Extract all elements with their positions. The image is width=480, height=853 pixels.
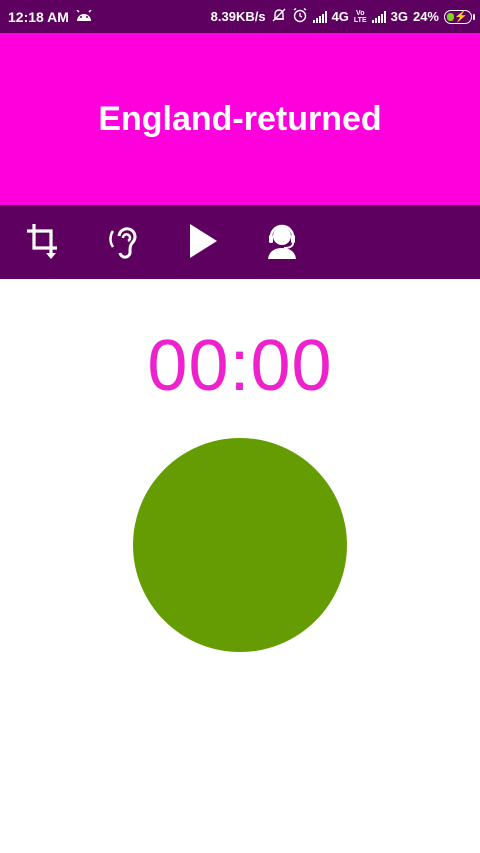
hearing-icon [107,222,141,265]
support-button[interactable] [262,223,302,263]
toolbar [0,205,480,279]
volte-badge: Vo LTE [354,10,367,24]
network-type-1: 4G [331,9,349,24]
battery-percent: 24% [412,9,439,24]
status-time: 12:18 AM [8,8,69,25]
hearing-button[interactable] [104,223,144,263]
app-header: England-returned [0,33,480,205]
headset-user-icon [263,222,301,265]
signal-icon-2 [371,10,386,23]
play-button[interactable] [182,223,222,263]
alarm-icon [292,7,308,26]
crop-button[interactable] [22,223,62,263]
recording-timer: 00:00 [147,326,333,406]
volte-top: Vo [356,9,365,17]
network-speed: 8.39KB/s [210,9,266,24]
volte-bottom: LTE [353,16,367,24]
battery-charging-icon: ⚡ [444,9,475,24]
android-icon [75,8,93,25]
status-right: 8.39KB/s 4G Vo LTE 3G 24% ⚡ [210,7,475,26]
status-left: 12:18 AM [8,9,93,25]
network-type-2: 3G [390,9,408,24]
status-bar: 12:18 AM 8.39KB/s 4G Vo LTE 3G 24% ⚡ [0,0,480,33]
mute-icon [271,7,287,26]
signal-icon [312,10,327,23]
page-title: England-returned [98,99,382,138]
crop-icon [25,222,59,265]
play-icon [185,222,219,265]
record-button[interactable] [133,438,347,652]
